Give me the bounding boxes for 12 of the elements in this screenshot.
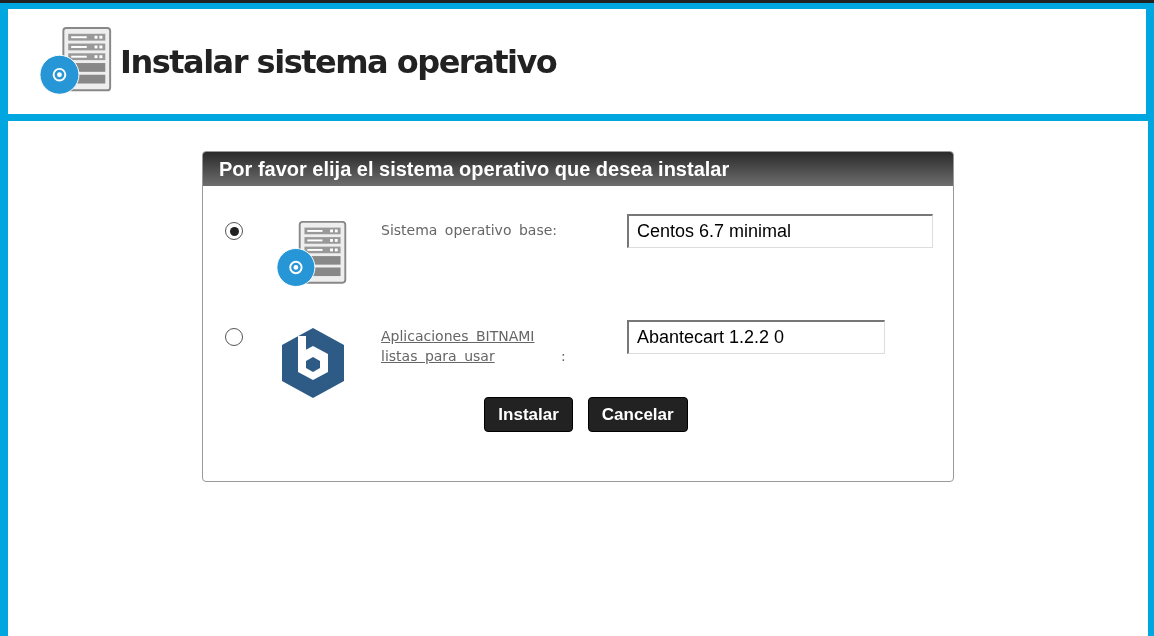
cancel-button[interactable]: Cancelar — [587, 397, 688, 432]
input-field[interactable]: Centos 6.7 minimal — [627, 214, 933, 248]
page-title: Instalar sistema operativo — [120, 42, 557, 81]
hexagon-logo-icon — [280, 326, 346, 400]
option-label: Sistema operativo base: — [381, 222, 557, 238]
colon-text: : — [561, 348, 566, 364]
bitnami-link[interactable]: Aplicaciones BITNAMI listas para usar — [381, 326, 561, 366]
radio-button[interactable] — [225, 222, 243, 240]
radio-button[interactable] — [225, 328, 243, 346]
dialog-title: Por favor elija el sistema operativo que desea instalar — [203, 152, 953, 186]
input-field[interactable]: Abantecart 1.2.2 0 — [627, 320, 885, 354]
install-button[interactable]: Instalar — [484, 397, 573, 432]
